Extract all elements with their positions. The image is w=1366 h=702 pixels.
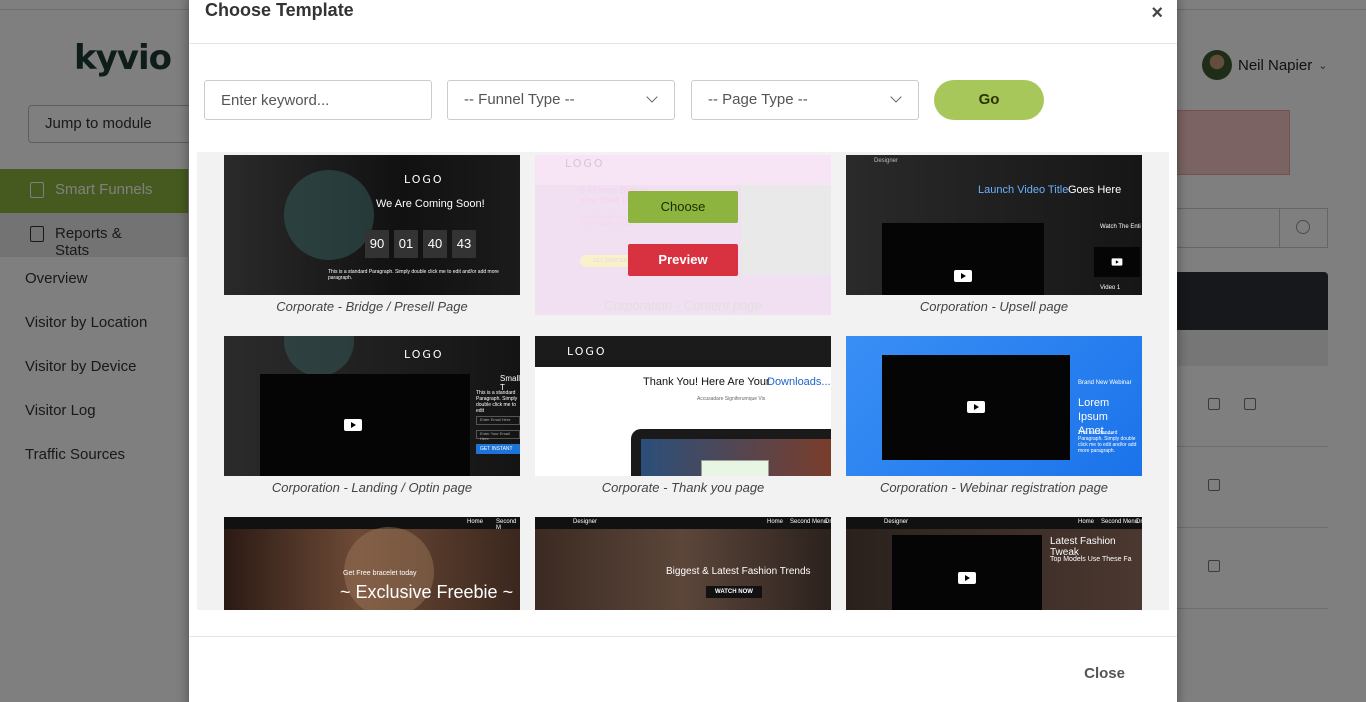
template-nav-item: Home [467, 519, 484, 525]
template-subline: Top Models Use These Fa [1050, 556, 1132, 563]
decorative-image [284, 336, 354, 376]
template-email-input: Enter Your Email Here [476, 430, 520, 441]
template-thumbnail[interactable]: Brand New Webinar Lorem Ipsum Amet... Th… [846, 336, 1142, 476]
countdown-seconds: 43 [452, 230, 476, 258]
template-card-hovered[interactable]: LOGO 5 Things Before You Start D... Kabe… [535, 155, 831, 315]
template-nav-item: Home [767, 519, 784, 525]
template-grid[interactable]: LOGO We Are Coming Soon! 90 01 40 43 Thi… [197, 152, 1169, 610]
template-nav-item: Dr [825, 519, 831, 525]
template-logo: LOGO [404, 348, 444, 361]
template-card[interactable]: LOGO We Are Coming Soon! 90 01 40 43 Thi… [224, 155, 520, 314]
select-value: -- Funnel Type -- [464, 91, 575, 108]
play-icon [1111, 258, 1123, 266]
modal-title: Choose Template [205, 0, 354, 20]
template-headline: We Are Coming Soon! [376, 198, 485, 210]
template-headline: Thank You! Here Are Your [643, 376, 770, 388]
template-video-label: Video 1 [1100, 285, 1121, 291]
template-nav-item: Home [1078, 519, 1095, 525]
template-caption: Corporate - Thank you page [601, 480, 765, 495]
template-thumbnail[interactable]: LOGO 5 Things Before You Start D... Kabe… [535, 155, 831, 315]
choose-button[interactable]: Choose [628, 191, 738, 223]
video-placeholder [1094, 247, 1140, 277]
select-value: -- Page Type -- [708, 91, 808, 108]
chevron-down-icon [646, 91, 658, 103]
template-logo: LOGO [404, 173, 444, 186]
close-icon[interactable]: × [1151, 2, 1163, 25]
divider [189, 636, 1177, 637]
template-body: This is a standard Paragraph. Simply dou… [476, 390, 518, 414]
tablet-image [701, 460, 769, 476]
funnel-type-select[interactable]: -- Funnel Type -- [447, 80, 675, 120]
video-placeholder [882, 355, 1070, 460]
play-icon [954, 270, 972, 282]
template-headline: Biggest & Latest Fashion Trends [666, 566, 811, 577]
template-caption: Corporation - Upsell page [919, 299, 1069, 314]
template-thumbnail[interactable]: LOGO We Are Coming Soon! 90 01 40 43 Thi… [224, 155, 520, 295]
choose-template-modal: Choose Template × -- Funnel Type -- -- P… [189, 0, 1177, 702]
template-headline: Goes Here [1068, 184, 1122, 196]
preview-button[interactable]: Preview [628, 244, 738, 276]
template-card[interactable]: LOGO Small T This is a standard Paragrap… [224, 336, 520, 495]
template-caption: Corporation - Content page [604, 298, 762, 313]
template-card[interactable]: Home Second M Get Free bracelet today ~ … [224, 517, 520, 610]
template-side-title: Watch The Enti [1100, 224, 1141, 230]
keyword-search-input[interactable] [204, 80, 432, 120]
template-thumbnail[interactable]: LOGO Small T This is a standard Paragrap… [224, 336, 520, 476]
template-subline: Get Free bracelet today [343, 570, 417, 577]
template-email-input: Enter Email Here [476, 416, 520, 425]
go-button[interactable]: Go [934, 80, 1044, 120]
template-nav-item: Dr [1136, 519, 1142, 525]
template-caption: Corporate - Bridge / Presell Page [276, 299, 468, 314]
template-card[interactable]: Designer Home Second Menu Dr Latest Fash… [846, 517, 1142, 610]
template-brand: Designer [884, 519, 909, 525]
template-thumbnail[interactable]: Designer Home Second Menu Dr Biggest & L… [535, 517, 831, 610]
template-thumbnail[interactable]: Designer Launch Video Title Goes Here Wa… [846, 155, 1142, 295]
template-card[interactable]: Brand New Webinar Lorem Ipsum Amet... Th… [846, 336, 1142, 495]
template-body: This is a standard Paragraph. Simply dou… [328, 269, 499, 281]
template-thumbnail[interactable]: LOGO Thank You! Here Are Your Downloads.… [535, 336, 831, 476]
hover-overlay [535, 155, 831, 315]
countdown-hours: 01 [394, 230, 418, 258]
template-brand: Designer [573, 519, 598, 525]
countdown-minutes: 40 [423, 230, 447, 258]
template-card[interactable]: LOGO Thank You! Here Are Your Downloads.… [535, 336, 831, 495]
decorative-image [284, 170, 374, 260]
template-cta: GET INSTANT [476, 444, 520, 454]
template-headline-blue: Downloads... [767, 376, 831, 388]
template-thumbnail[interactable]: Home Second M Get Free bracelet today ~ … [224, 517, 520, 610]
template-card[interactable]: Designer Home Second Menu Dr Biggest & L… [535, 517, 831, 610]
template-eyebrow: Brand New Webinar [1078, 380, 1132, 386]
chevron-down-icon [890, 91, 902, 103]
template-caption: Corporation - Webinar registration page [879, 480, 1109, 495]
template-headline: Latest Fashion Tweak [1050, 536, 1116, 558]
template-headline-blue: Launch Video Title [978, 184, 1069, 196]
template-card[interactable]: Designer Launch Video Title Goes Here Wa… [846, 155, 1142, 314]
template-logo: LOGO [567, 345, 607, 358]
video-placeholder [892, 535, 1042, 610]
video-placeholder [882, 223, 1044, 295]
template-brand: Designer [874, 158, 899, 164]
play-icon [967, 401, 985, 413]
template-nav-item: Second Menu [1101, 519, 1139, 525]
template-headline: ~ Exclusive Freebie ~ [340, 582, 514, 602]
template-nav-item: Second M [496, 519, 517, 531]
close-button[interactable]: Close [1084, 665, 1125, 682]
template-thumbnail[interactable]: Designer Home Second Menu Dr Latest Fash… [846, 517, 1142, 610]
template-body: This is a standard Paragraph. Simply dou… [1078, 430, 1137, 454]
template-caption: Corporation - Landing / Optin page [271, 480, 473, 495]
template-nav-item: Second Menu [790, 519, 828, 525]
countdown-days: 90 [365, 230, 389, 258]
play-icon [344, 419, 362, 431]
video-placeholder [260, 374, 470, 476]
template-cta: WATCH NOW [706, 586, 762, 598]
page-type-select[interactable]: -- Page Type -- [691, 80, 919, 120]
template-subline: Accusadare Signiferumque Vis [697, 396, 766, 402]
play-icon [958, 572, 976, 584]
divider [189, 43, 1177, 44]
